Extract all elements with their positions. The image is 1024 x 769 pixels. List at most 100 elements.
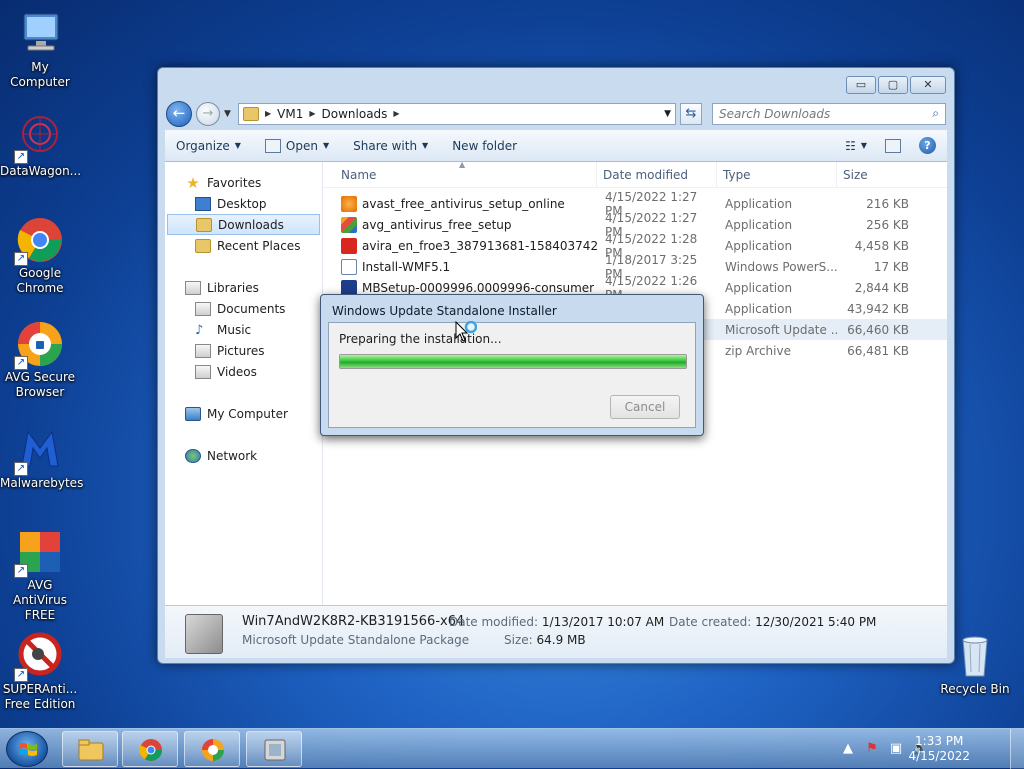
nav-desktop[interactable]: Desktop bbox=[165, 193, 322, 214]
videos-icon bbox=[195, 364, 211, 379]
nav-libraries[interactable]: Libraries bbox=[165, 277, 322, 298]
nav-videos[interactable]: Videos bbox=[165, 361, 322, 382]
desktop-icon-avg-antivirus[interactable]: ↗ AVG AntiVirus FREE bbox=[0, 528, 80, 623]
avast-icon bbox=[341, 195, 357, 212]
breadcrumb-separator-icon[interactable]: ▶ bbox=[265, 109, 271, 118]
desktop-icon-label: DataWagon... bbox=[0, 164, 82, 178]
back-button[interactable]: ← bbox=[166, 100, 192, 127]
desktop-icon-my-computer[interactable]: My Computer bbox=[0, 10, 80, 90]
breadcrumb-vm1[interactable]: VM1 bbox=[277, 107, 303, 121]
column-size[interactable]: Size bbox=[837, 162, 917, 187]
refresh-button[interactable]: ⇆ bbox=[680, 102, 702, 125]
search-input[interactable]: Search Downloads ⌕ bbox=[712, 102, 946, 125]
taskbar-update-installer[interactable] bbox=[246, 731, 302, 767]
close-button[interactable]: ✕ bbox=[910, 76, 946, 94]
chevron-down-icon: ▼ bbox=[322, 141, 330, 150]
file-size: 216 KB bbox=[866, 196, 909, 211]
datawagon-icon: ↗ bbox=[14, 114, 64, 164]
nav-favorites[interactable]: ★ Favorites bbox=[165, 172, 322, 193]
start-button[interactable] bbox=[6, 731, 48, 767]
preview-pane-icon[interactable] bbox=[885, 138, 901, 153]
nav-recent-places[interactable]: Recent Places bbox=[165, 235, 322, 256]
new-folder-button[interactable]: New folder bbox=[452, 139, 517, 153]
desktop-icon-avg-secure-browser[interactable]: ↗ AVG Secure Browser bbox=[0, 320, 80, 400]
window-controls: ▭ ▢ ✕ bbox=[846, 76, 946, 94]
change-view-button[interactable]: ☷ ▼ bbox=[845, 139, 867, 153]
new-folder-label: New folder bbox=[452, 138, 518, 153]
action-center-flag-icon[interactable]: ⚑ bbox=[864, 741, 880, 757]
breadcrumb-separator-icon[interactable]: ▶ bbox=[309, 109, 315, 118]
share-with-button[interactable]: Share with ▼ bbox=[353, 139, 428, 153]
help-icon[interactable]: ? bbox=[919, 137, 936, 154]
maximize-button[interactable]: ▢ bbox=[878, 76, 908, 94]
network-status-icon[interactable]: ▣ bbox=[888, 741, 904, 757]
file-type: Application bbox=[725, 238, 793, 253]
nav-my-computer[interactable]: My Computer bbox=[165, 403, 322, 424]
clock-time: 1:33 PM bbox=[915, 734, 964, 748]
chevron-down-icon: ▼ bbox=[234, 141, 241, 150]
column-date-modified[interactable]: Date modified bbox=[597, 162, 717, 187]
address-bar[interactable]: ▶ VM1 ▶ Downloads ▶ ▼ bbox=[238, 102, 676, 125]
details-date-created: 12/30/2021 5:40 PM bbox=[755, 615, 877, 629]
desktop-icon-label: AVG AntiVirus FREE bbox=[13, 578, 67, 622]
nav-downloads[interactable]: Downloads bbox=[167, 214, 320, 235]
recycle-bin-icon bbox=[951, 632, 999, 680]
nav-label: Network bbox=[207, 448, 258, 463]
command-bar: Organize ▼ Open ▼ Share with ▼ New folder ☷… bbox=[165, 130, 947, 162]
details-size: 64.9 MB bbox=[536, 633, 586, 647]
file-size: 4,458 KB bbox=[854, 238, 909, 253]
clock[interactable]: 1:33 PM 4/15/2022 bbox=[908, 734, 970, 764]
nav-pictures[interactable]: Pictures bbox=[165, 340, 322, 361]
pictures-icon bbox=[195, 343, 211, 358]
chrome-icon bbox=[139, 739, 162, 761]
desktop-icon-google-chrome[interactable]: ↗ Google Chrome bbox=[0, 216, 80, 296]
nav-network[interactable]: Network bbox=[165, 445, 322, 466]
avira-icon bbox=[341, 237, 357, 254]
show-hidden-icons-icon[interactable]: ▲ bbox=[840, 741, 856, 757]
minimize-button[interactable]: ▭ bbox=[846, 76, 876, 94]
nav-label: Libraries bbox=[207, 280, 259, 295]
details-date-created-label: Date created: bbox=[669, 615, 752, 629]
file-name: avira_en_froe3_387913681-1584037423__d..… bbox=[362, 238, 597, 253]
nav-label: Documents bbox=[217, 301, 286, 316]
taskbar-avg-secure-browser[interactable] bbox=[184, 731, 240, 767]
desktop-icon-label: My Computer bbox=[10, 60, 70, 89]
file-type: Application bbox=[725, 196, 793, 211]
taskbar-explorer[interactable] bbox=[62, 731, 118, 767]
desktop-icon-superantispyware[interactable]: ↗ SUPERAnti... Free Edition bbox=[0, 632, 80, 712]
installer-dialog[interactable]: Windows Update Standalone Installer Prep… bbox=[320, 294, 704, 436]
recent-pages-dropdown[interactable]: ▼ bbox=[224, 109, 234, 119]
file-type: Application bbox=[725, 280, 793, 295]
chevron-down-icon: ▼ bbox=[860, 141, 867, 150]
nav-music[interactable]: ♪ Music bbox=[165, 319, 322, 340]
libraries-icon bbox=[185, 280, 201, 295]
documents-icon bbox=[195, 301, 211, 316]
forward-button[interactable]: → bbox=[196, 101, 220, 126]
breadcrumb-separator-icon[interactable]: ▶ bbox=[393, 109, 399, 118]
breadcrumb-downloads[interactable]: Downloads bbox=[322, 107, 388, 121]
desktop-icon-label: Google Chrome bbox=[16, 266, 64, 295]
details-size-label: Size: bbox=[504, 633, 533, 647]
file-size: 66,481 KB bbox=[847, 343, 909, 358]
file-type: Application bbox=[725, 217, 793, 232]
show-desktop-button[interactable] bbox=[1010, 729, 1024, 769]
open-button[interactable]: Open ▼ bbox=[264, 138, 330, 153]
address-dropdown-icon[interactable]: ▼ bbox=[664, 109, 671, 119]
taskbar-chrome[interactable] bbox=[122, 731, 178, 767]
details-file-kind: Microsoft Update Standalone Package bbox=[242, 633, 470, 647]
desktop-icon-datawagon[interactable]: ↗ DataWagon... bbox=[0, 114, 82, 179]
file-type: Application bbox=[725, 301, 793, 316]
file-type: zip Archive bbox=[725, 343, 791, 358]
nav-documents[interactable]: Documents bbox=[165, 298, 322, 319]
column-type[interactable]: Type bbox=[717, 162, 837, 187]
cancel-button[interactable]: Cancel bbox=[610, 395, 680, 419]
nav-label: Desktop bbox=[217, 196, 267, 211]
file-name: avg_antivirus_free_setup bbox=[362, 217, 512, 232]
music-icon: ♪ bbox=[195, 322, 204, 338]
network-icon bbox=[185, 448, 201, 463]
desktop-icon-malwarebytes[interactable]: ↗ Malwarebytes bbox=[0, 426, 83, 491]
file-type: Windows PowerS... bbox=[725, 259, 837, 274]
organize-button[interactable]: Organize ▼ bbox=[176, 139, 241, 153]
search-icon[interactable]: ⌕ bbox=[932, 106, 939, 121]
details-date-modified: 1/13/2017 10:07 AM bbox=[541, 615, 665, 629]
